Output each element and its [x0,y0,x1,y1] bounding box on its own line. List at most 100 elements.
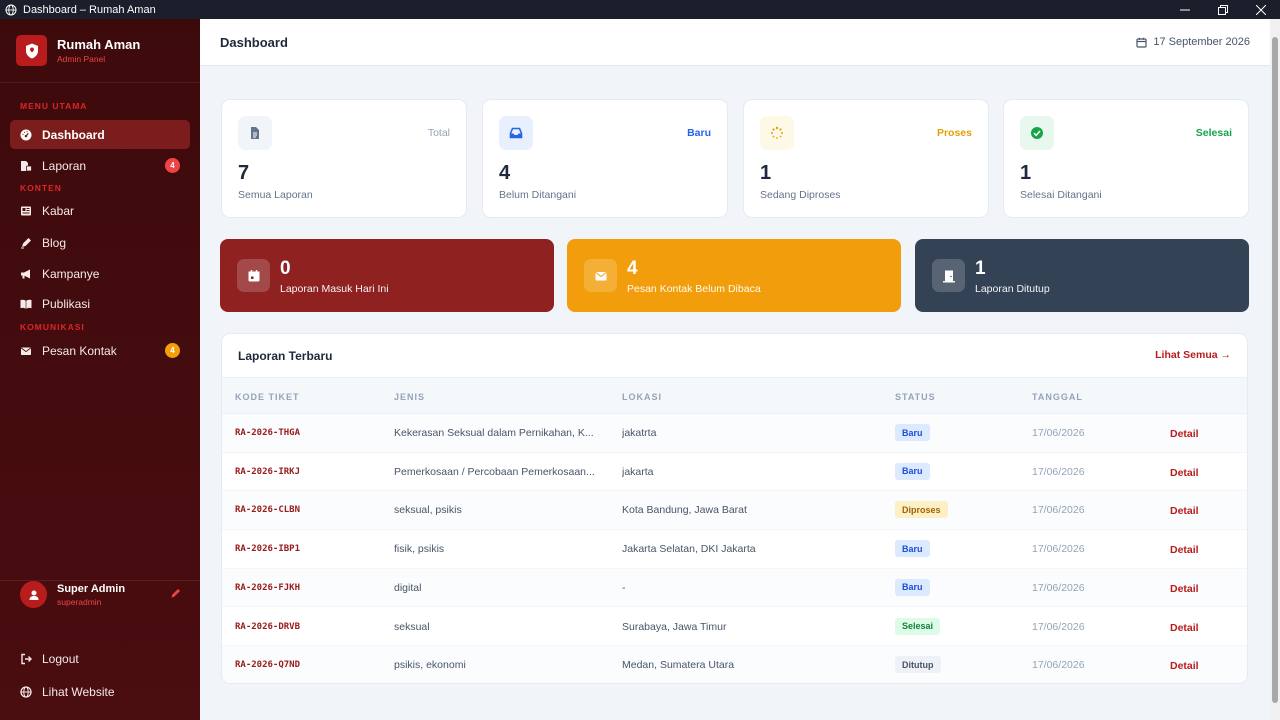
shield-icon [16,35,47,66]
logout-link[interactable]: Logout [10,644,190,673]
logout-label: Logout [42,651,79,666]
detail-link[interactable]: Detail [1170,467,1199,479]
detail-link[interactable]: Detail [1170,583,1199,595]
ticket-code: RA-2026-THGA [235,428,301,438]
status-badge: Selesai [895,617,941,635]
sidebar-item-label: Kampanye [42,266,100,281]
report-icon [20,160,32,172]
status-badge: Baru [895,424,930,441]
recent-reports-title: Laporan Terbaru [238,349,333,363]
sidebar-item-label: Laporan [42,158,87,173]
sidebar: Rumah Aman Admin Panel MENU UTAMA Dashbo… [0,19,200,720]
inbox-icon [499,116,533,150]
report-date: 17/06/2026 [1032,543,1085,556]
report-type: psikis, ekonomi [394,659,466,672]
report-date: 17/06/2026 [1032,581,1085,594]
stat-card-process: Proses 1 Sedang Diproses [743,99,989,218]
detail-link[interactable]: Detail [1170,622,1199,634]
restore-button[interactable] [1204,0,1242,19]
view-website-link[interactable]: Lihat Website [10,677,190,706]
status-badge: Ditutup [895,656,941,674]
table-header-row: KODE TIKET JENIS LOKASI STATUS TANGGAL [222,377,1247,414]
ticket-code: RA-2026-IBP1 [235,544,301,555]
table-row[interactable]: RA-2026-IRKJ Pemerkosaan / Percobaan Peme… [222,453,1247,492]
report-date: 17/06/2026 [1032,427,1085,439]
highlight-card-today[interactable]: 0 Laporan Masuk Hari Ini [220,239,554,312]
report-type: digital [394,581,422,594]
topbar: Dashboard 17 September 2026 [200,19,1270,66]
table-row[interactable]: RA-2026-Q7ND psikis, ekonomi Medan, Sumate… [222,646,1247,683]
ticket-code: RA-2026-Q7ND [235,660,301,671]
detail-link[interactable]: Detail [1170,505,1199,517]
report-date: 17/06/2026 [1032,620,1085,633]
document-icon [238,116,272,150]
report-location: Jakarta Selatan, DKI Jakarta [622,543,756,556]
report-location: Kota Bandung, Jawa Barat [622,504,747,517]
sidebar-item-pesan-kontak[interactable]: Pesan Kontak 4 [10,336,190,365]
highlight-card-closed[interactable]: 1 Laporan Ditutup [915,239,1249,312]
detail-link[interactable]: Detail [1170,428,1199,440]
spinner-icon [760,116,794,150]
stat-card-total: Total 7 Semua Laporan [221,99,467,218]
report-location: - [622,581,626,594]
sidebar-item-label: Dashboard [42,127,105,142]
brand[interactable]: Rumah Aman Admin Panel [0,19,200,83]
user-handle: superadmin [57,596,102,607]
close-icon [1256,4,1266,15]
news-icon [20,205,32,217]
stat-label: Selesai Ditangani [1020,189,1102,201]
restore-icon [1218,4,1228,15]
section-label-main: MENU UTAMA [20,101,88,111]
stat-value: 1 [760,162,772,184]
highlight-label: Laporan Masuk Hari Ini [280,283,389,295]
edit-profile-icon[interactable] [170,587,182,599]
report-date: 17/06/2026 [1032,504,1085,517]
status-badge: Baru [895,578,930,596]
user-name: Super Admin [57,582,126,595]
highlight-value: 0 [280,258,291,279]
report-type: seksual [394,620,430,633]
table-row[interactable]: RA-2026-FJKH digital - Baru 17/06/2026 Detail [222,568,1247,608]
sidebar-item-label: Kabar [42,203,75,218]
column-header-date: TANGGAL [1032,392,1083,402]
detail-link[interactable]: Detail [1170,660,1199,672]
minimize-button[interactable] [1166,0,1204,19]
detail-link[interactable]: Detail [1170,544,1199,556]
stat-card-new: Baru 4 Belum Ditangani [482,99,728,218]
laporan-count-badge: 4 [165,158,180,173]
table-row[interactable]: RA-2026-IBP1 fisik, psikis Jakarta Selatan… [222,530,1247,569]
close-button[interactable] [1242,0,1280,19]
sidebar-item-blog[interactable]: Blog [10,228,190,257]
sidebar-item-kampanye[interactable]: Kampanye [10,259,190,288]
sidebar-item-publikasi[interactable]: Publikasi [10,289,190,318]
status-badge: Diproses [895,501,948,519]
table-row[interactable]: RA-2026-DRVB seksual Surabaya, Jawa Timur S… [222,608,1247,647]
envelope-icon [20,345,32,357]
scrollbar-thumb[interactable] [1272,37,1278,703]
user-profile: Super Admin superadmin [20,581,125,608]
report-type: seksual, psikis [394,504,462,517]
sidebar-item-kabar[interactable]: Kabar [10,196,190,225]
column-header-location: LOKASI [622,392,663,402]
logout-icon [20,653,32,665]
highlight-label: Pesan Kontak Belum Dibaca [627,283,761,295]
globe-icon [5,4,17,15]
scrollbar[interactable] [1270,19,1280,720]
page-title: Dashboard [220,34,288,50]
table-row[interactable]: RA-2026-THGA Kekerasan Seksual dalam Pern… [222,414,1247,453]
section-label-communication: KOMUNIKASI [20,322,85,332]
blog-icon [20,237,32,249]
view-all-link[interactable]: Lihat Semua → [1155,349,1231,361]
sidebar-item-dashboard[interactable]: Dashboard [10,120,190,149]
report-type: Kekerasan Seksual dalam Pernikahan, K... [394,427,594,439]
sidebar-item-label: Publikasi [42,296,91,311]
report-type: fisik, psikis [394,543,445,556]
stat-label: Semua Laporan [238,189,313,201]
check-circle-icon [1020,116,1054,150]
brand-name: Rumah Aman [57,37,141,52]
status-badge: Baru [895,462,930,480]
minimize-icon [1180,9,1190,10]
sidebar-item-laporan[interactable]: Laporan 4 [10,151,190,180]
highlight-card-unread-messages[interactable]: 4 Pesan Kontak Belum Dibaca [567,239,901,312]
table-row[interactable]: RA-2026-CLBN seksual, psikis Kota Bandung,… [222,491,1247,531]
